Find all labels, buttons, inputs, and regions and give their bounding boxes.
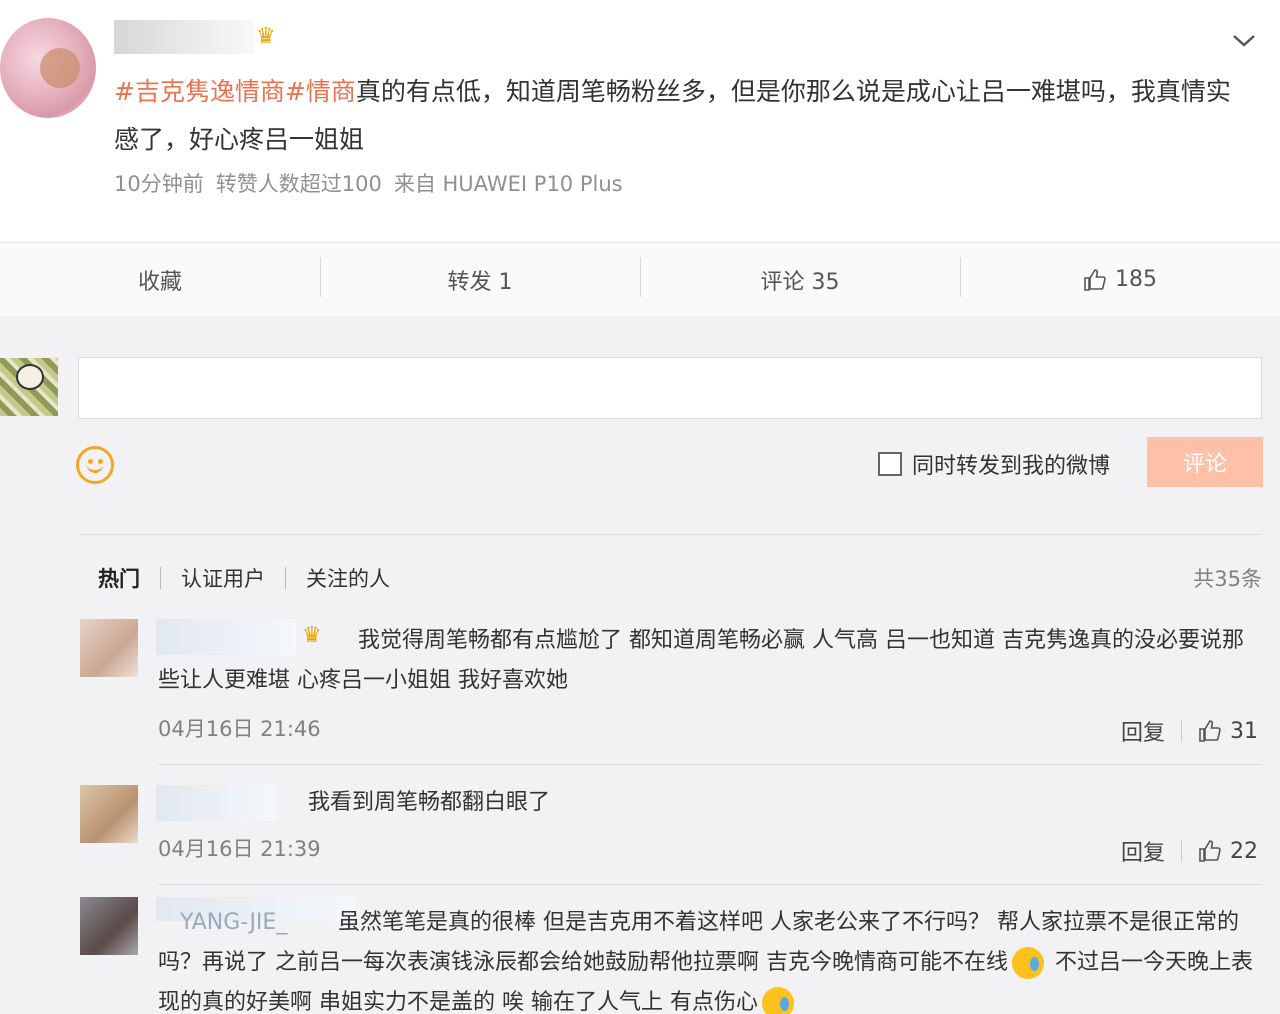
tab-verified-users[interactable]: 认证用户 <box>181 563 265 593</box>
post-time: 10分钟前 <box>114 172 204 196</box>
repost-checkbox-label[interactable]: 同时转发到我的微博 <box>912 448 1110 480</box>
post-text: #吉克隽逸情商#情商真的有点低，知道周笔畅粉丝多，但是你那么说是成心让吕一难堪吗… <box>114 68 1234 164</box>
emoji-picker-icon[interactable] <box>76 446 114 484</box>
hashtag-link-2[interactable]: 情商 <box>306 77 356 106</box>
comment-input[interactable] <box>78 357 1262 419</box>
commenter-avatar[interactable] <box>80 897 138 955</box>
divider <box>158 884 1262 885</box>
repost-label: 转发 1 <box>447 269 513 295</box>
comment-label: 评论 35 <box>760 269 840 295</box>
comment-text: 我看到周笔畅都翻白眼了 <box>308 790 551 815</box>
thumbs-up-icon <box>1084 268 1106 291</box>
comment-actions: 回复 31 <box>1121 715 1258 747</box>
like-button[interactable]: 185 <box>960 243 1280 316</box>
comment-text: 虽然笔笔是真的很棒 但是吉克用不着这样吧 人家老公来了不行吗？ 帮人家拉票不是很… <box>158 903 1262 1014</box>
comment-text: 我觉得周笔畅都有点尴尬了 都知道周笔畅必赢 人气高 吕一也知道 吉克隽逸真的没必… <box>158 628 1244 693</box>
crown-icon: ♛ <box>256 24 276 49</box>
comment-like-count: 31 <box>1230 718 1258 744</box>
favorite-label: 收藏 <box>137 269 182 295</box>
like-count: 185 <box>1115 267 1157 292</box>
author-name-blurred[interactable] <box>114 20 254 54</box>
thumbs-up-icon <box>1199 720 1221 742</box>
reply-button[interactable]: 回复 <box>1121 835 1165 867</box>
post-reposts-note: 转赞人数超过100 <box>215 172 382 196</box>
comment-button[interactable]: 评论 35 <box>640 243 960 316</box>
divider <box>158 764 1262 765</box>
comment-time: 04月16日 21:46 <box>158 717 321 741</box>
chevron-down-icon[interactable] <box>1230 28 1258 52</box>
comment-like-count: 22 <box>1230 838 1258 864</box>
author-avatar[interactable] <box>0 18 96 118</box>
submit-comment-button[interactable]: 评论 <box>1147 437 1263 487</box>
comment-time: 04月16日 21:39 <box>158 837 321 861</box>
repost-checkbox[interactable] <box>878 452 902 476</box>
comment-like-button[interactable]: 31 <box>1198 719 1258 744</box>
tab-hot[interactable]: 热门 <box>98 563 140 593</box>
reply-button[interactable]: 回复 <box>1121 715 1165 747</box>
crying-emoji-icon <box>761 987 794 1014</box>
commenter-avatar[interactable] <box>80 619 138 677</box>
comment-like-button[interactable]: 22 <box>1198 839 1258 864</box>
post-meta: 10分钟前 转赞人数超过100 来自 HUAWEI P10 Plus <box>114 168 635 198</box>
post-action-bar: 收藏 转发 1 评论 35 185 <box>0 242 1280 316</box>
comment-total-count: 共35条 <box>1193 567 1262 591</box>
comment-filter-tabs: 热门 认证用户 关注的人 <box>98 563 390 593</box>
hashtag-link[interactable]: #吉克隽逸情商# <box>114 77 306 106</box>
thumbs-up-icon <box>1199 840 1221 862</box>
favorite-button[interactable]: 收藏 <box>0 243 320 316</box>
post-source: 来自 HUAWEI P10 Plus <box>393 172 623 196</box>
crying-emoji-icon <box>1012 947 1044 979</box>
commenter-avatar[interactable] <box>80 785 138 843</box>
comment-actions: 回复 22 <box>1121 835 1258 867</box>
weibo-post: ♛ #吉克隽逸情商#情商真的有点低，知道周笔畅粉丝多，但是你那么说是成心让吕一难… <box>0 0 1280 242</box>
repost-button[interactable]: 转发 1 <box>320 243 640 316</box>
commenter-name-blurred[interactable] <box>156 785 276 821</box>
tab-following[interactable]: 关注的人 <box>306 563 390 593</box>
comment-list: 热门 认证用户 关注的人 共35条 ♛ 我觉得周笔畅都有点尴尬了 都知道周笔畅必… <box>80 534 1262 1014</box>
current-user-avatar <box>0 358 58 416</box>
